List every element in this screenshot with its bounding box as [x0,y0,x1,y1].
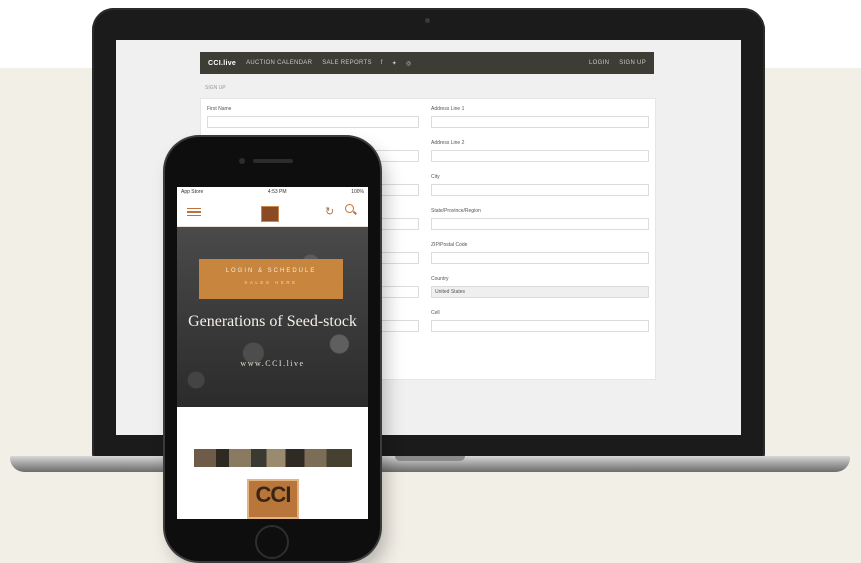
address1-label: Address Line 1 [431,106,465,112]
cattle-photo-strip [194,449,352,467]
status-time: 4:53 PM [267,189,287,195]
country-select[interactable]: United States [431,286,649,298]
first-name-label: First Name [207,106,232,112]
phone: App Store 4:53 PM 100% ↻ LOGIN & SCHEDUL… [165,137,380,561]
state-label: State/Province/Region [431,208,481,214]
phone-screen: App Store 4:53 PM 100% ↻ LOGIN & SCHEDUL… [177,187,368,519]
status-bar: App Store 4:53 PM 100% [177,187,368,196]
zip-field[interactable] [431,252,649,264]
status-carrier: App Store [181,189,204,195]
zip-label: ZIP/Postal Code [431,242,468,248]
phone-camera [239,158,245,164]
facebook-icon[interactable]: f [381,60,383,66]
cell-label: Cell [431,310,440,316]
address1-field[interactable] [431,116,649,128]
site-logo-icon[interactable] [261,206,279,222]
instagram-icon[interactable]: ◎ [406,60,412,67]
app-logo[interactable]: CCI.live [208,60,236,67]
cci-logo: CCI [247,479,299,519]
hero-title: Generations of Seed-stock [188,313,357,330]
badge-line2: SALES HERE [244,280,298,285]
laptop-camera [425,18,430,23]
breadcrumb: SIGN UP [205,85,226,91]
cell-field[interactable] [431,320,649,332]
nav-sale-reports[interactable]: SALE REPORTS [322,60,372,66]
login-schedule-button[interactable]: LOGIN & SCHEDULE SALES HERE [199,259,343,299]
login-link[interactable]: LOGIN [589,60,609,66]
city-label: City [431,174,440,180]
app-navbar: CCI.live AUCTION CALENDAR SALE REPORTS f… [200,52,654,74]
twitter-icon[interactable]: ✦ [392,60,397,67]
state-field[interactable] [431,218,649,230]
laptop-notch [395,456,465,461]
city-field[interactable] [431,184,649,196]
status-battery: 100% [351,189,364,195]
address2-field[interactable] [431,150,649,162]
hero-banner: LOGIN & SCHEDULE SALES HERE Generations … [177,227,368,407]
hamburger-menu-icon[interactable] [187,208,201,216]
home-button[interactable] [255,525,289,559]
search-icon[interactable] [345,204,354,213]
badge-line1: LOGIN & SCHEDULE [225,268,317,274]
address2-label: Address Line 2 [431,140,465,146]
mobile-header: ↻ [177,196,368,227]
signup-link[interactable]: SIGN UP [619,60,646,66]
refresh-icon[interactable]: ↻ [325,205,334,218]
hero-url[interactable]: www.CCI.live [177,359,368,368]
phone-speaker [253,159,293,163]
first-name-field[interactable] [207,116,419,128]
country-label: Country [431,276,449,282]
nav-auction-calendar[interactable]: AUCTION CALENDAR [246,60,312,66]
